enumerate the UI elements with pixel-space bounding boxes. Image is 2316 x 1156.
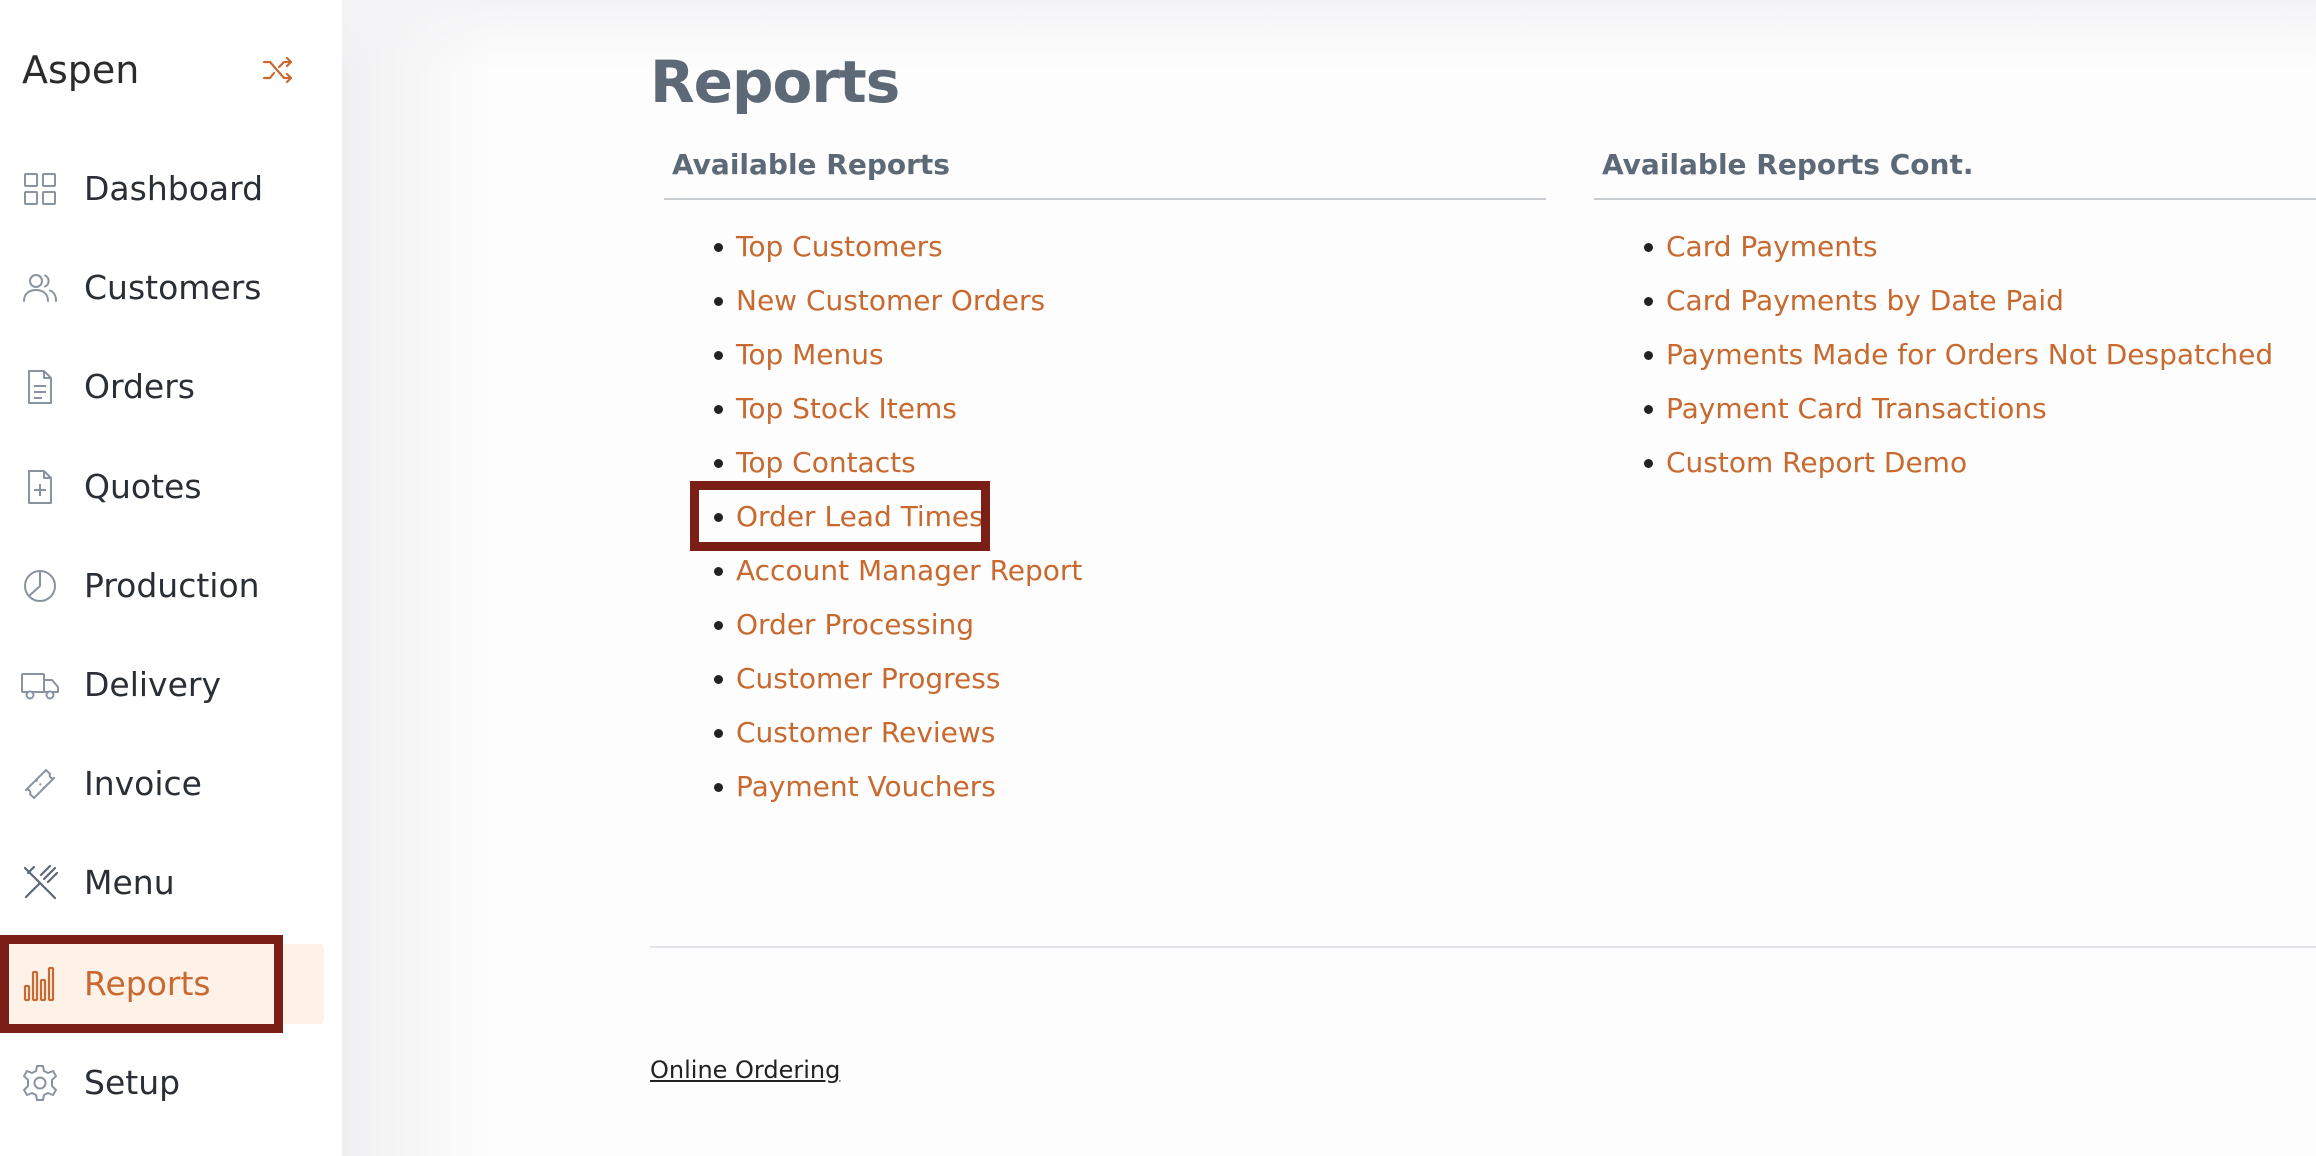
sidebar-item-delivery[interactable]: Delivery [0, 645, 326, 725]
bullet [714, 297, 723, 306]
footer-divider [650, 946, 2316, 948]
ticket-icon [20, 764, 60, 804]
sidebar-item-label: Menu [84, 863, 175, 902]
shuffle-icon[interactable] [262, 56, 294, 84]
report-link-top-menus[interactable]: Top Menus [736, 338, 884, 371]
report-link-card-payments[interactable]: Card Payments [1666, 230, 1878, 263]
list-item: Account Manager Report [714, 544, 1082, 598]
sidebar-item-label: Customers [84, 268, 262, 307]
available-reports-cont-list: Card Payments Card Payments by Date Paid… [1644, 220, 2273, 490]
bullet [1644, 459, 1653, 468]
online-ordering-link[interactable]: Online Ordering [650, 1056, 840, 1084]
sidebar-item-quotes[interactable]: Quotes [0, 447, 326, 527]
available-reports-heading: Available Reports [672, 148, 950, 181]
sidebar-item-setup[interactable]: Setup [0, 1043, 326, 1123]
sidebar-item-orders[interactable]: Orders [0, 347, 326, 427]
header-shade [342, 0, 2316, 70]
list-item: Payments Made for Orders Not Despatched [1644, 328, 2273, 382]
sidebar-item-label: Quotes [84, 467, 202, 506]
users-icon [20, 268, 60, 308]
list-item: Payment Card Transactions [1644, 382, 2273, 436]
report-link-top-stock-items[interactable]: Top Stock Items [736, 392, 957, 425]
list-item: Top Menus [714, 328, 1082, 382]
bullet [714, 783, 723, 792]
bullet [714, 243, 723, 252]
sidebar-item-label: Delivery [84, 665, 221, 704]
bullet [714, 675, 723, 684]
bullet [714, 621, 723, 630]
list-item: Top Stock Items [714, 382, 1082, 436]
bullet [714, 459, 723, 468]
report-link-customer-progress[interactable]: Customer Progress [736, 662, 1000, 695]
selection-highlight [690, 481, 990, 551]
report-link-payments-made-for-orders-not-despatched[interactable]: Payments Made for Orders Not Despatched [1666, 338, 2273, 371]
list-item: Custom Report Demo [1644, 436, 2273, 490]
sidebar-item-production[interactable]: Production [0, 546, 326, 626]
sidebar-item-dashboard[interactable]: Dashboard [0, 149, 326, 229]
available-reports-cont-heading: Available Reports Cont. [1602, 148, 1974, 181]
bullet [1644, 243, 1653, 252]
sidebar-shadow [342, 0, 492, 1156]
bullet [714, 567, 723, 576]
sidebar-item-label: Orders [84, 367, 195, 406]
bullet [1644, 351, 1653, 360]
sidebar-item-invoice[interactable]: Invoice [0, 744, 326, 824]
column-divider [664, 198, 1546, 200]
truck-icon [20, 665, 60, 705]
report-link-customer-reviews[interactable]: Customer Reviews [736, 716, 995, 749]
sidebar-item-customers[interactable]: Customers [0, 248, 326, 328]
report-link-account-manager-report[interactable]: Account Manager Report [736, 554, 1082, 587]
bullet [1644, 297, 1653, 306]
list-item: Card Payments by Date Paid [1644, 274, 2273, 328]
list-item: Top Customers [714, 220, 1082, 274]
selection-highlight [0, 935, 283, 1033]
bullet [714, 351, 723, 360]
file-plus-icon [20, 467, 60, 507]
sidebar-item-menu[interactable]: Menu [0, 843, 326, 923]
report-link-payment-vouchers[interactable]: Payment Vouchers [736, 770, 996, 803]
sidebar: Aspen Dashboard Customers Orders Quotes … [0, 0, 342, 1156]
sidebar-item-label: Production [84, 566, 260, 605]
report-link-card-payments-by-date-paid[interactable]: Card Payments by Date Paid [1666, 284, 2064, 317]
list-item: Order Processing [714, 598, 1082, 652]
list-item: Payment Vouchers [714, 760, 1082, 814]
sidebar-item-label: Invoice [84, 764, 202, 803]
grid-icon [20, 169, 60, 209]
report-link-top-customers[interactable]: Top Customers [736, 230, 943, 263]
sidebar-item-label: Dashboard [84, 169, 264, 208]
sidebar-item-label: Setup [84, 1063, 181, 1102]
list-item: Customer Reviews [714, 706, 1082, 760]
utensils-icon [20, 863, 60, 903]
column-divider [1594, 198, 2316, 200]
page-title: Reports [650, 48, 900, 116]
list-item: New Customer Orders [714, 274, 1082, 328]
report-link-order-processing[interactable]: Order Processing [736, 608, 974, 641]
list-item: Customer Progress [714, 652, 1082, 706]
brand-name: Aspen [22, 48, 140, 92]
report-link-payment-card-transactions[interactable]: Payment Card Transactions [1666, 392, 2047, 425]
bullet [714, 729, 723, 738]
list-item: Card Payments [1644, 220, 2273, 274]
bullet [1644, 405, 1653, 414]
pie-chart-icon [20, 566, 60, 606]
report-link-top-contacts[interactable]: Top Contacts [736, 446, 916, 479]
report-link-custom-report-demo[interactable]: Custom Report Demo [1666, 446, 1967, 479]
report-link-new-customer-orders[interactable]: New Customer Orders [736, 284, 1045, 317]
bullet [714, 405, 723, 414]
document-icon [20, 367, 60, 407]
gear-icon [20, 1063, 60, 1103]
